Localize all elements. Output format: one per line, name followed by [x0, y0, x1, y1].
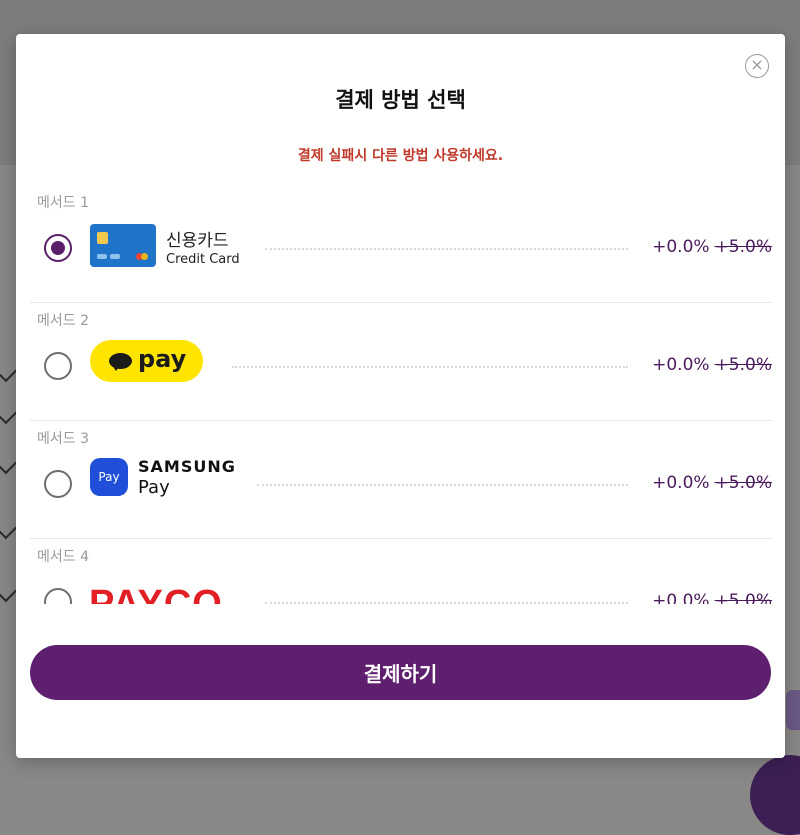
current-fee: +0.0%: [652, 355, 710, 375]
method-radio[interactable]: [44, 352, 72, 380]
method-subtitle: Credit Card: [166, 252, 240, 267]
current-fee: +0.0%: [652, 473, 710, 493]
payment-method-samsung-pay[interactable]: 메서드 3 Pay SAMSUNG Pay +0.0% +5.0%: [30, 420, 772, 538]
credit-card-icon: [90, 224, 156, 267]
background-illustration: [786, 690, 800, 730]
payment-method-credit-card[interactable]: 메서드 1 신용카드 Credit Card +0.0% +5.0%: [30, 184, 772, 302]
close-icon[interactable]: ×: [745, 54, 769, 78]
method-radio[interactable]: [44, 588, 72, 604]
payco-logo: PAYCO: [89, 583, 223, 604]
check-icon: [0, 455, 18, 475]
dotted-leader: [232, 366, 628, 368]
method-label: 메서드 1: [37, 195, 89, 211]
check-icon: [0, 520, 18, 540]
method-name: 신용카드: [166, 231, 229, 251]
fee-rate: +0.0% +5.0%: [652, 237, 772, 257]
dotted-leader: [265, 248, 628, 250]
dotted-leader: [265, 602, 628, 604]
pay-button[interactable]: 결제하기: [30, 645, 771, 700]
current-fee: +0.0%: [652, 591, 710, 604]
dotted-leader: [257, 484, 628, 486]
original-fee: +5.0%: [714, 473, 772, 493]
floating-action-button[interactable]: [750, 755, 800, 835]
method-name: pay: [138, 345, 187, 373]
check-icon: [0, 583, 18, 603]
samsung-pay-icon: Pay: [90, 458, 128, 496]
method-radio[interactable]: [44, 234, 72, 262]
method-name: Pay: [138, 477, 170, 498]
original-fee: +5.0%: [714, 355, 772, 375]
method-brand: SAMSUNG: [138, 457, 236, 476]
fee-rate: +0.0% +5.0%: [652, 591, 772, 604]
method-radio[interactable]: [44, 470, 72, 498]
original-fee: +5.0%: [714, 237, 772, 257]
payment-method-kakao-pay[interactable]: 메서드 2 pay +0.0% +5.0%: [30, 302, 772, 420]
current-fee: +0.0%: [652, 237, 710, 257]
original-fee: +5.0%: [714, 591, 772, 604]
modal-title: 결제 방법 선택: [335, 88, 466, 112]
kakao-pay-logo: pay: [90, 340, 203, 382]
check-icon: [0, 405, 18, 425]
check-icon: [0, 363, 18, 383]
method-label: 메서드 3: [37, 431, 89, 447]
warning-message: 결제 실패시 다른 방법 사용하세요.: [297, 148, 504, 164]
payment-method-payco[interactable]: 메서드 4 PAYCO +0.0% +5.0%: [30, 538, 772, 604]
payment-method-list: 메서드 1 신용카드 Credit Card +0.0% +5.0% 메서드 2 …: [30, 184, 772, 604]
radio-selected-dot: [51, 241, 65, 255]
fee-rate: +0.0% +5.0%: [652, 473, 772, 493]
method-label: 메서드 4: [37, 549, 89, 565]
method-label: 메서드 2: [37, 313, 89, 329]
payment-method-modal: × 결제 방법 선택 결제 실패시 다른 방법 사용하세요. 메서드 1 신용카…: [16, 34, 785, 758]
fee-rate: +0.0% +5.0%: [652, 355, 772, 375]
